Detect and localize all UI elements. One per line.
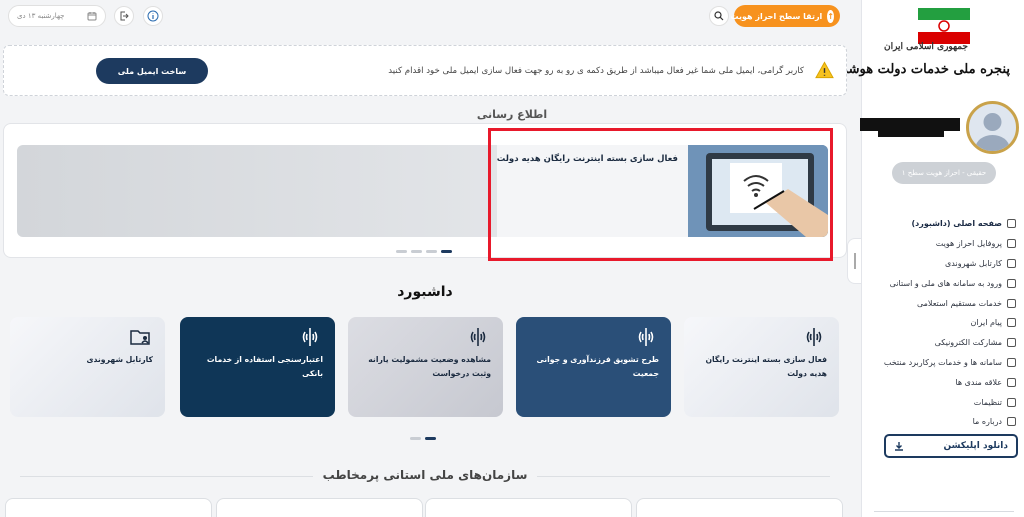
warning-icon xyxy=(815,61,834,79)
download-app-label: دانلود اپلیکشن xyxy=(943,441,1008,451)
dashboard-card-bank-credit[interactable]: اعتبارسنجی استفاده از خدمات بانکی xyxy=(180,317,335,417)
org-card[interactable] xyxy=(216,498,423,517)
sidebar-item-label: سامانه ها و خدمات پرکاربرد منتخب xyxy=(883,357,1002,367)
sidebar-item-label: علاقه مندی ها xyxy=(955,377,1002,387)
sidebar-item-e-participation[interactable]: مشارکت الکترونیکی xyxy=(866,333,1016,353)
pagination-dot[interactable] xyxy=(411,250,422,253)
sidebar-divider xyxy=(874,511,1014,512)
date-display: چهارشنبه ۱۳ دی xyxy=(8,5,106,27)
dashboard-card-label: اعتبارسنجی استفاده از خدمات بانکی xyxy=(206,355,323,378)
download-icon xyxy=(895,442,903,451)
calendar-icon xyxy=(87,12,97,21)
pagination-dot[interactable] xyxy=(426,250,437,253)
sidebar-collapse-handle[interactable] xyxy=(847,238,861,284)
sidebar-item-payam-iran[interactable]: پیام ایران xyxy=(866,313,1016,333)
emblem-icon xyxy=(470,328,486,346)
dashboard-title: داشبورد xyxy=(397,284,453,300)
layers-icon xyxy=(1007,298,1016,308)
users-icon xyxy=(1007,357,1016,367)
dashboard-card-population[interactable]: طرح تشویق فرزندآوری و جوانی جمعیت xyxy=(516,317,671,417)
upgrade-auth-label: ارتقا سطح احراز هویت xyxy=(730,11,823,21)
dashboard-card-citizen-inbox[interactable]: کارتابل شهروندی xyxy=(10,317,165,417)
org-card[interactable] xyxy=(636,498,843,517)
auth-level-badge: حقیقی - احراز هویت سطح ۱ xyxy=(892,162,996,184)
news-pagination xyxy=(396,250,452,253)
sidebar-item-citizen-inbox[interactable]: کارتابل شهروندی xyxy=(866,254,1016,274)
sidebar-menu: صفحه اصلی (داشبورد) پروفایل احراز هویت ک… xyxy=(866,214,1016,432)
username-redacted-2 xyxy=(878,131,944,137)
create-national-email-button[interactable]: ساخت ایمیل ملی xyxy=(96,58,208,84)
info-icon xyxy=(147,10,159,22)
sidebar-item-popular-services[interactable]: سامانه ها و خدمات پرکاربرد منتخب xyxy=(866,353,1016,373)
news-section-title: اطلاع رسانی xyxy=(0,108,1024,121)
sidebar-item-label: ورود به سامانه های ملی و استانی xyxy=(889,278,1002,288)
sidebar-item-auth-profile[interactable]: پروفایل احراز هویت xyxy=(866,234,1016,254)
sidebar-item-label: پیام ایران xyxy=(970,318,1002,328)
dashboard-icon xyxy=(1007,219,1016,229)
email-notice-banner: کاربر گرامی، ایمیل ملی شما غیر فعال میبا… xyxy=(3,45,847,96)
folder-icon xyxy=(1007,258,1016,268)
dashboard-card-label: کارتابل شهروندی xyxy=(86,355,153,364)
pagination-dot-active[interactable] xyxy=(425,437,436,440)
logout-icon xyxy=(120,11,129,21)
pagination-dot[interactable] xyxy=(410,437,421,440)
brand-subtitle: جمهوری اسلامی ایران xyxy=(883,42,968,52)
upgrade-auth-button[interactable]: ↑ ارتقا سطح احراز هویت xyxy=(730,5,840,27)
id-card-icon xyxy=(1007,239,1016,249)
date-text: چهارشنبه ۱۳ دی xyxy=(17,12,65,20)
sidebar-item-label: پروفایل احراز هویت xyxy=(935,239,1002,249)
sidebar-item-about[interactable]: درباره ما xyxy=(866,412,1016,432)
org-card[interactable] xyxy=(425,498,632,517)
dashboard-card-label: فعال سازی بسته اینترنت رایگان هدیه دولت xyxy=(705,355,827,378)
search-icon xyxy=(714,11,724,21)
dashboard-card-free-internet[interactable]: فعال سازی بسته اینترنت رایگان هدیه دولت xyxy=(684,317,839,417)
bookmark-icon xyxy=(1007,377,1016,387)
grip-icon xyxy=(853,253,856,269)
upgrade-icon: ↑ xyxy=(827,9,834,23)
pagination-dot[interactable] xyxy=(396,250,407,253)
logout-button[interactable] xyxy=(114,6,134,26)
sidebar-item-systems-login[interactable]: ورود به سامانه های ملی و استانی xyxy=(866,273,1016,293)
dashboard-pagination xyxy=(410,437,436,440)
message-icon xyxy=(1007,318,1016,328)
brand-title: پنجره ملی خدمات دولت هوشمند xyxy=(830,62,1010,77)
emblem-icon xyxy=(638,328,654,346)
pagination-dot-active[interactable] xyxy=(441,250,452,253)
sidebar-item-favorites[interactable]: علاقه مندی ها xyxy=(866,372,1016,392)
info-button[interactable] xyxy=(143,6,163,26)
login-icon xyxy=(1007,278,1016,288)
sidebar-item-label: صفحه اصلی (داشبورد) xyxy=(911,219,1002,229)
sidebar-item-label: کارتابل شهروندی xyxy=(945,258,1002,268)
orgs-section-title: سازمان‌های ملی استانی پرمخاطب xyxy=(0,468,850,482)
dashboard-card-label: طرح تشویق فرزندآوری و جوانی جمعیت xyxy=(536,355,659,378)
chat-icon xyxy=(1007,338,1016,348)
sidebar-item-label: خدمات مستقیم استعلامی xyxy=(916,298,1002,308)
sidebar-item-dashboard[interactable]: صفحه اصلی (داشبورد) xyxy=(866,214,1016,234)
orgs-section-title-text: سازمان‌های ملی استانی پرمخاطب xyxy=(312,468,538,482)
sidebar: جمهوری اسلامی ایران پنجره ملی خدمات دولت… xyxy=(830,0,1024,517)
dashboard-card-subsidy[interactable]: مشاهده وضعیت مشمولیت یارانه وثبت درخواست xyxy=(348,317,503,417)
phone-icon xyxy=(1007,417,1016,427)
sidebar-item-label: درباره ما xyxy=(972,417,1002,427)
news-section-title-text: اطلاع رسانی xyxy=(466,108,558,121)
folder-user-icon xyxy=(130,330,150,345)
highlight-box xyxy=(488,128,833,261)
notice-text: کاربر گرامی، ایمیل ملی شما غیر فعال میبا… xyxy=(388,66,804,76)
org-card[interactable] xyxy=(5,498,212,517)
sidebar-item-label: تنظیمات xyxy=(973,397,1002,407)
search-button[interactable] xyxy=(709,6,729,26)
sidebar-item-settings[interactable]: تنظیمات xyxy=(866,392,1016,412)
sidebar-item-label: مشارکت الکترونیکی xyxy=(934,338,1002,348)
sidebar-item-inquiry-services[interactable]: خدمات مستقیم استعلامی xyxy=(866,293,1016,313)
gear-icon xyxy=(1007,397,1016,407)
top-bar: ↑ ارتقا سطح احراز هویت چهارشنبه ۱۳ دی xyxy=(0,3,846,31)
download-app-button[interactable]: دانلود اپلیکشن xyxy=(884,434,1018,458)
emblem-icon xyxy=(806,328,822,346)
iran-emblem-logo xyxy=(918,8,970,44)
emblem-icon xyxy=(302,328,318,346)
dashboard-card-label: مشاهده وضعیت مشمولیت یارانه وثبت درخواست xyxy=(368,355,491,378)
